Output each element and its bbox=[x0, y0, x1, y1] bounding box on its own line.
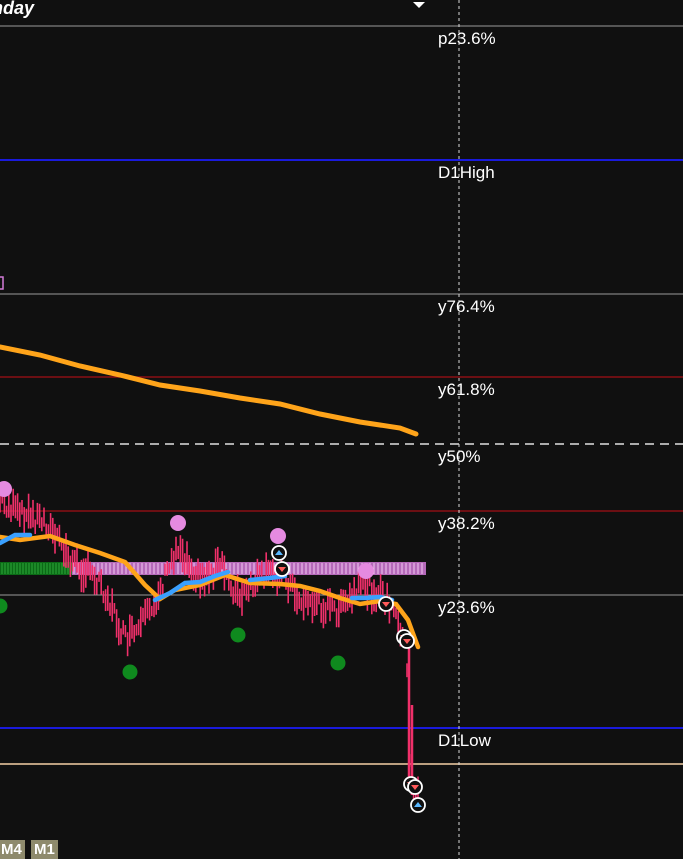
left-box-marker bbox=[0, 276, 4, 290]
swing-low-dot bbox=[330, 655, 346, 671]
swing-high-dot bbox=[270, 528, 286, 544]
level-label: y23.6% bbox=[438, 598, 495, 617]
level-label: D1Low bbox=[438, 731, 492, 750]
timeframe-m1-button[interactable]: M1 bbox=[31, 840, 58, 859]
chart-title: nday bbox=[0, 0, 35, 18]
swing-low-dot bbox=[0, 598, 8, 614]
level-label: y38.2% bbox=[438, 514, 495, 533]
swing-low-dot bbox=[230, 627, 246, 643]
slow-ma-line bbox=[0, 344, 419, 437]
timeframe-m4-button[interactable]: M4 bbox=[0, 840, 25, 859]
chart-canvas[interactable]: nday p23.6%D1Highy76.4%y61.8%y50%y38.2%y… bbox=[0, 0, 683, 859]
shift-marker-icon[interactable] bbox=[413, 2, 425, 8]
swing-high-dot bbox=[0, 481, 12, 497]
level-label: y76.4% bbox=[438, 297, 495, 316]
swing-low-dot bbox=[122, 664, 138, 680]
swing-high-dot bbox=[170, 515, 186, 531]
level-label: D1High bbox=[438, 163, 495, 182]
swing-high-dot bbox=[358, 563, 374, 579]
level-label: p23.6% bbox=[438, 29, 496, 48]
level-label: y61.8% bbox=[438, 380, 495, 399]
